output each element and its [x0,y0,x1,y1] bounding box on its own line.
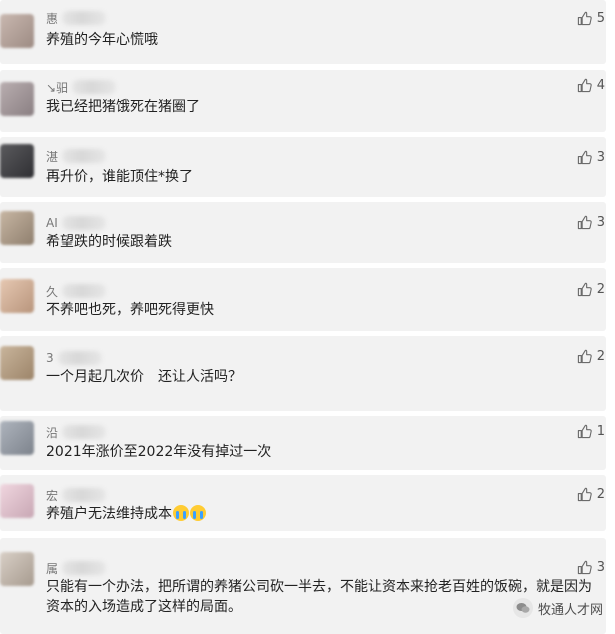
commenter-name[interactable]: 久 [46,283,107,299]
name-blur-mask [62,488,107,502]
comment-text: 养殖户无法维持成本 [46,504,593,524]
commenter-name[interactable]: 3 [46,350,102,366]
commenter-name[interactable]: 宏 [46,487,107,503]
comment-text-content: 我已经把猪饿死在猪圈了 [46,99,200,115]
name-blur-mask [62,561,107,575]
commenter-name-text: 3 [46,351,54,365]
name-blur-mask [57,351,102,365]
crying-emoji-icon [173,505,189,521]
thumbs-up-icon [577,424,592,439]
comment-text: 再升价，谁能顶住*换了 [46,167,593,187]
like-count: 1 [596,423,605,439]
like-button[interactable]: 3 [577,214,605,230]
thumbs-up-icon [577,349,592,364]
commenter-name[interactable]: 惠 [46,10,107,26]
comment-text-content: 养殖的今年心慌哦 [46,32,158,48]
avatar[interactable] [0,14,34,48]
name-blur-mask [62,284,107,298]
like-count: 3 [596,149,605,165]
like-button[interactable]: 2 [577,348,605,364]
avatar[interactable] [0,421,34,455]
avatar[interactable] [0,144,34,178]
commenter-name[interactable]: ↘驲 [46,79,117,95]
commenter-name-text: 宏 [46,488,59,503]
commenter-name-text: AI [46,216,58,230]
commenter-name[interactable]: 沿 [46,424,107,440]
thumbs-up-icon [577,11,592,26]
comment-text: 只能有一个办法，把所谓的养猪公司砍一半去，不能让资本来抢老百姓的饭碗，就是因为资… [46,577,593,617]
avatar[interactable] [0,484,34,518]
like-button[interactable]: 3 [577,149,605,165]
avatar[interactable] [0,279,34,313]
comment-text-content: 只能有一个办法，把所谓的养猪公司砍一半去，不能让资本来抢老百姓的饭碗，就是因为资… [46,579,592,615]
like-button[interactable]: 1 [577,423,605,439]
thumbs-up-icon [577,78,592,93]
like-button[interactable]: 3 [577,559,605,575]
comment-list: 惠养殖的今年心慌哦 5 ↘驲我已经把猪饿死在猪圈了 4 湛再升价，谁能顶住*换了 3 AI 希… [0,0,615,634]
watermark: 牧通人才网 [512,598,603,618]
comment-text-content: 希望跌的时候跟着跌 [46,234,172,250]
wechat-icon [512,598,533,618]
commenter-name-text: 久 [46,284,59,299]
commenter-name-text: 湛 [46,149,59,164]
commenter-name[interactable]: 属 [46,560,107,576]
like-count: 4 [596,77,605,93]
name-blur-mask [62,425,107,439]
like-count: 5 [596,10,605,26]
commenter-name-text: 沿 [46,425,59,440]
commenter-name-text: 惠 [46,11,59,26]
like-count: 2 [596,281,605,297]
like-count: 2 [596,486,605,502]
comment-text: 2021年涨价至2022年没有掉过一次 [46,442,593,462]
comment-text-content: 养殖户无法维持成本 [46,506,172,522]
comment-text: 养殖的今年心慌哦 [46,30,593,50]
commenter-name-text: 属 [46,561,59,576]
like-button[interactable]: 5 [577,10,605,26]
like-count: 2 [596,348,605,364]
like-button[interactable]: 2 [577,281,605,297]
commenter-name[interactable]: 湛 [46,148,107,164]
like-button[interactable]: 4 [577,77,605,93]
avatar[interactable] [0,346,34,380]
avatar[interactable] [0,82,34,116]
watermark-text: 牧通人才网 [537,602,603,618]
comment-text: 不养吧也死，养吧死得更快 [46,300,593,320]
comment-text-content: 一个月起几次价 还让人活吗？ [46,369,242,385]
name-blur-mask [62,11,107,25]
like-count: 3 [596,214,605,230]
like-count: 3 [596,559,605,575]
name-blur-mask [61,216,106,230]
thumbs-up-icon [577,215,592,230]
thumbs-up-icon [577,487,592,502]
commenter-name-text: ↘驲 [46,80,69,95]
comment-text-content: 2021年涨价至2022年没有掉过一次 [46,444,272,460]
thumbs-up-icon [577,282,592,297]
thumbs-up-icon [577,150,592,165]
comment-text: 我已经把猪饿死在猪圈了 [46,97,593,117]
crying-emoji-icon [190,505,206,521]
avatar[interactable] [0,552,34,586]
thumbs-up-icon [577,560,592,575]
comment-text: 一个月起几次价 还让人活吗？ [46,367,593,387]
avatar[interactable] [0,211,34,245]
name-blur-mask [62,149,107,163]
name-blur-mask [72,80,117,94]
like-button[interactable]: 2 [577,486,605,502]
commenter-name[interactable]: AI [46,215,106,231]
comment-text-content: 不养吧也死，养吧死得更快 [46,302,214,318]
comment-text-content: 再升价，谁能顶住*换了 [46,169,193,185]
comment-text: 希望跌的时候跟着跌 [46,232,593,252]
